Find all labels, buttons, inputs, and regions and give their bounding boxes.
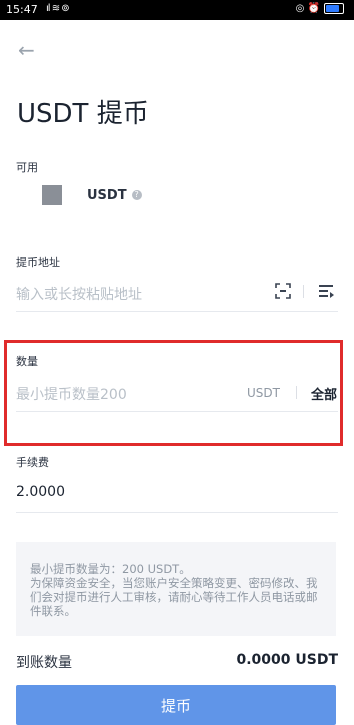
fee-value: 2.0000 [16, 484, 65, 500]
back-arrow-icon[interactable]: ← [18, 38, 35, 62]
status-right: ◎ ⏰ [296, 3, 344, 14]
available-balance-row: USDT ? [42, 185, 142, 205]
amount-divider [16, 411, 338, 412]
fee-label: 手续费 [16, 456, 49, 469]
address-book-icon[interactable] [319, 284, 335, 298]
address-input[interactable]: 输入或长按粘贴地址 [16, 284, 142, 304]
page-title: USDT 提币 [17, 99, 149, 129]
all-button[interactable]: 全部 [311, 384, 337, 403]
scan-icon[interactable] [275, 283, 291, 299]
available-label: 可用 [16, 161, 38, 174]
address-label: 提币地址 [16, 256, 60, 269]
amount-input[interactable]: 最小提币数量200 [16, 384, 127, 404]
question-icon[interactable]: ? [131, 190, 142, 200]
address-separator [303, 285, 304, 298]
arrive-amount-value: 0.0000 USDT [236, 652, 338, 668]
amount-label: 数量 [16, 355, 38, 368]
amount-separator [296, 386, 297, 399]
notice-line-2: 为保障资金安全，当您账户安全策略变更、密码修改、我们会对提币进行人工审核，请耐心… [30, 576, 318, 618]
bottom-bar: 到账数量 0.0000 USDT 提币 [0, 636, 354, 725]
status-bar: 15:47 ıl ≋ ⊚ ◎ ⏰ [0, 0, 354, 20]
arrive-amount-label: 到账数量 [16, 655, 72, 671]
alarm-icon: ◎ ⏰ [295, 3, 320, 14]
coin-logo-placeholder [42, 185, 62, 205]
fee-divider [16, 512, 338, 513]
signal-icon: ıl ≋ ⊚ [46, 3, 70, 14]
status-time: 15:47 [6, 3, 38, 16]
withdraw-submit-button[interactable]: 提币 [16, 685, 336, 725]
coin-name: USDT [87, 187, 127, 203]
battery-icon [324, 3, 344, 14]
notice-line-1: 最小提币数量为：200 USDT。 [30, 562, 191, 576]
amount-unit: USDT [247, 386, 280, 400]
address-divider [16, 311, 338, 312]
